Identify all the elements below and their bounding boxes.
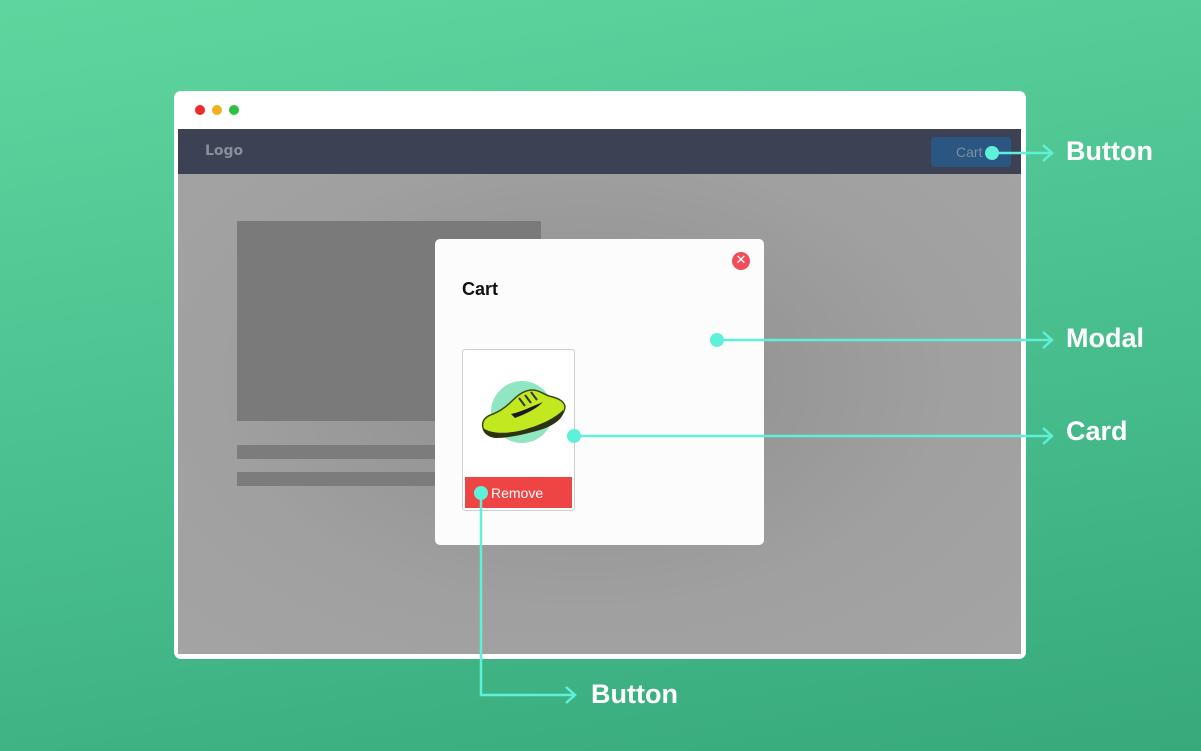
annotation-label-button: Button: [591, 679, 678, 709]
navbar: Logo Cart: [178, 129, 1021, 174]
cart-button[interactable]: Cart: [931, 137, 1011, 167]
annotation-label-card: Card: [1066, 416, 1128, 446]
maximize-window-dot: [229, 105, 239, 115]
window-controls: [195, 105, 239, 115]
sneaker-icon: [481, 381, 566, 443]
close-window-dot: [195, 105, 205, 115]
annotation-label-modal: Modal: [1066, 323, 1144, 353]
minimize-window-dot: [212, 105, 222, 115]
cart-modal: ✕ Cart Remove: [435, 239, 764, 545]
close-icon[interactable]: ✕: [732, 252, 750, 270]
placeholder-text-line: [237, 445, 437, 459]
remove-button[interactable]: Remove: [465, 477, 572, 508]
product-card: Remove: [462, 349, 575, 511]
logo: Logo: [205, 143, 244, 159]
modal-title: Cart: [462, 279, 499, 299]
annotation-label-button: Button: [1066, 136, 1153, 166]
placeholder-text-line: [237, 472, 437, 486]
